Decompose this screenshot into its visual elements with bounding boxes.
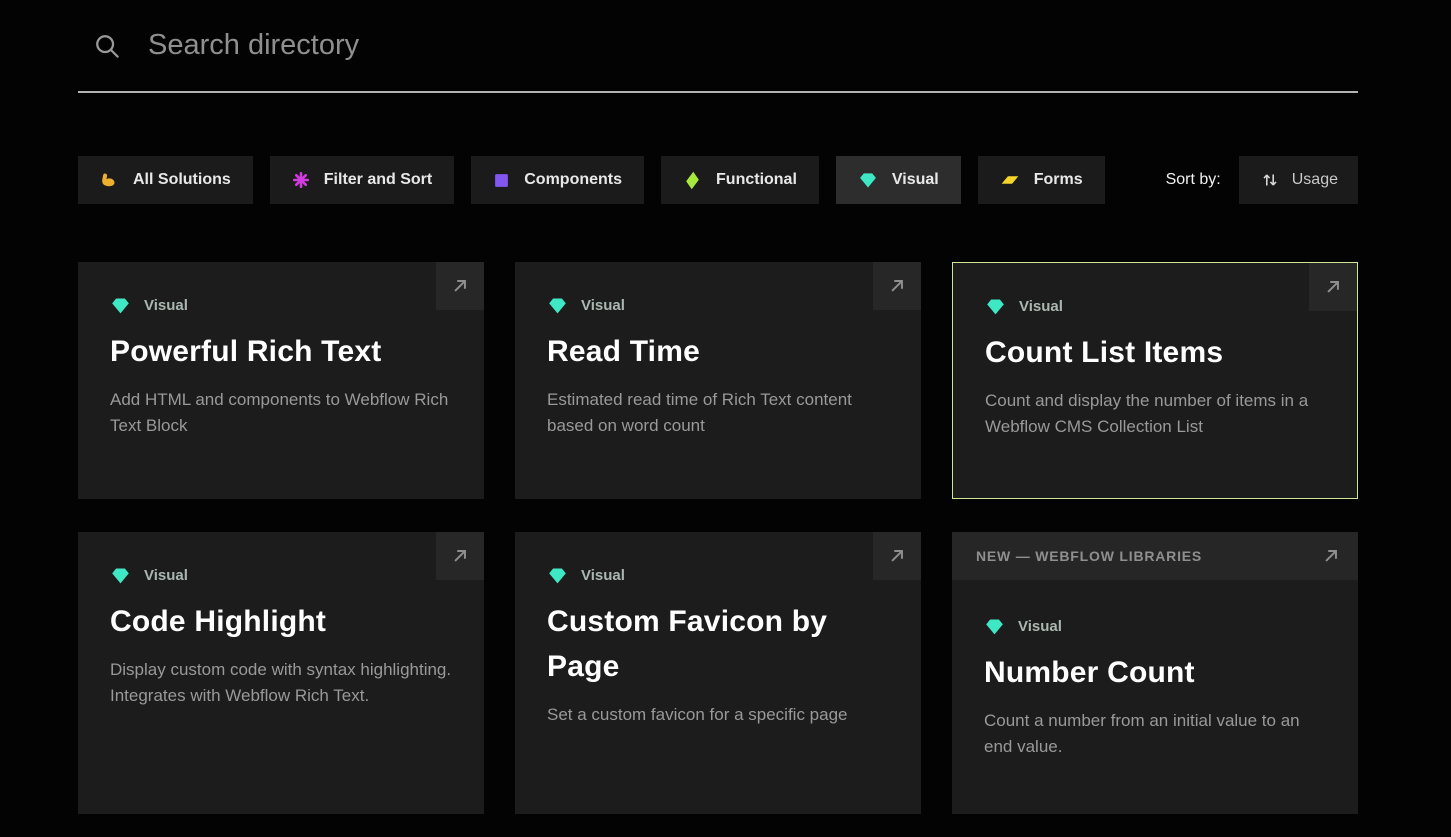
directory-page: All Solutions Filter and Sort Components… [78,0,1358,814]
card-description: Count and display the number of items in… [985,388,1325,441]
arrow-up-right-icon[interactable] [873,262,921,310]
gem-icon [547,565,568,586]
filter-button-filter-and-sort[interactable]: Filter and Sort [270,156,454,204]
sort-by-label: Sort by: [1166,171,1221,189]
card-category-tag: Visual [984,616,1326,637]
card-category-tag: Visual [985,296,1325,317]
arrow-up-right-icon[interactable] [1320,545,1342,567]
card-body: Visual Read Time Estimated read time of … [515,262,921,440]
search-bar [78,0,1358,93]
filter-button-label: Filter and Sort [324,171,432,189]
card-banner-label: NEW — WEBFLOW LIBRARIES [976,548,1202,564]
diamond-icon [683,171,702,190]
card-body: Visual Powerful Rich Text Add HTML and c… [78,262,484,440]
solution-card[interactable]: Visual Code Highlight Display custom cod… [78,532,484,814]
filter-button-forms[interactable]: Forms [978,156,1105,204]
arrow-up-right-icon[interactable] [436,532,484,580]
solution-card[interactable]: Visual Count List Items Count and displa… [952,262,1358,499]
filter-button-all-solutions[interactable]: All Solutions [78,156,253,204]
gem-icon [858,170,878,190]
arrow-up-right-icon[interactable] [436,262,484,310]
card-description: Count a number from an initial value to … [984,708,1326,761]
card-category-label: Visual [1018,618,1062,635]
asterisk-icon [292,171,310,189]
card-title: Read Time [547,329,889,374]
card-body: Visual Number Count Count a number from … [952,580,1358,761]
bicep-icon [100,171,119,190]
sort-value-label: Usage [1292,171,1338,189]
card-category-tag: Visual [110,565,452,586]
card-description: Estimated read time of Rich Text content… [547,387,889,440]
card-description: Add HTML and components to Webflow Rich … [110,387,452,440]
filter-button-components[interactable]: Components [471,156,644,204]
filter-button-label: Forms [1034,171,1083,189]
sort-usage-button[interactable]: Usage [1239,156,1358,204]
gem-icon [984,616,1005,637]
parallelogram-icon [1000,170,1020,190]
card-title: Count List Items [985,330,1325,375]
card-description: Display custom code with syntax highligh… [110,657,452,710]
gem-icon [985,296,1006,317]
card-category-label: Visual [144,567,188,584]
square-icon [493,172,510,189]
card-title: Powerful Rich Text [110,329,452,374]
solution-card[interactable]: Visual Powerful Rich Text Add HTML and c… [78,262,484,499]
arrow-up-right-icon[interactable] [1309,263,1357,311]
card-title: Custom Favicon by Page [547,599,889,689]
card-description: Set a custom favicon for a specific page [547,702,889,728]
solution-card[interactable]: Visual Custom Favicon by Page Set a cust… [515,532,921,814]
card-body: Visual Count List Items Count and displa… [953,263,1357,441]
card-category-label: Visual [144,297,188,314]
filter-button-functional[interactable]: Functional [661,156,819,204]
search-input[interactable] [148,29,1358,62]
card-body: Visual Code Highlight Display custom cod… [78,532,484,710]
solutions-grid: Visual Powerful Rich Text Add HTML and c… [78,262,1358,814]
card-category-label: Visual [581,297,625,314]
card-category-label: Visual [581,567,625,584]
sort-arrows-icon [1259,169,1281,191]
card-category-tag: Visual [547,565,889,586]
filter-button-label: Components [524,171,622,189]
search-icon [92,31,122,61]
sort-area: Sort by: Usage [1166,156,1358,204]
card-category-label: Visual [1019,298,1063,315]
filter-bar: All Solutions Filter and Sort Components… [78,156,1358,204]
filter-button-label: All Solutions [133,171,231,189]
solution-card[interactable]: Visual Read Time Estimated read time of … [515,262,921,499]
card-category-tag: Visual [110,295,452,316]
filter-buttons-group: All Solutions Filter and Sort Components… [78,156,1105,204]
filter-button-visual[interactable]: Visual [836,156,961,204]
gem-icon [110,295,131,316]
arrow-up-right-icon[interactable] [873,532,921,580]
filter-button-label: Visual [892,171,939,189]
gem-icon [110,565,131,586]
gem-icon [547,295,568,316]
card-body: Visual Custom Favicon by Page Set a cust… [515,532,921,728]
filter-button-label: Functional [716,171,797,189]
card-title: Number Count [984,650,1326,695]
solution-card[interactable]: NEW — WEBFLOW LIBRARIES Visual Number Co… [952,532,1358,814]
card-banner: NEW — WEBFLOW LIBRARIES [952,532,1358,580]
card-category-tag: Visual [547,295,889,316]
card-title: Code Highlight [110,599,452,644]
